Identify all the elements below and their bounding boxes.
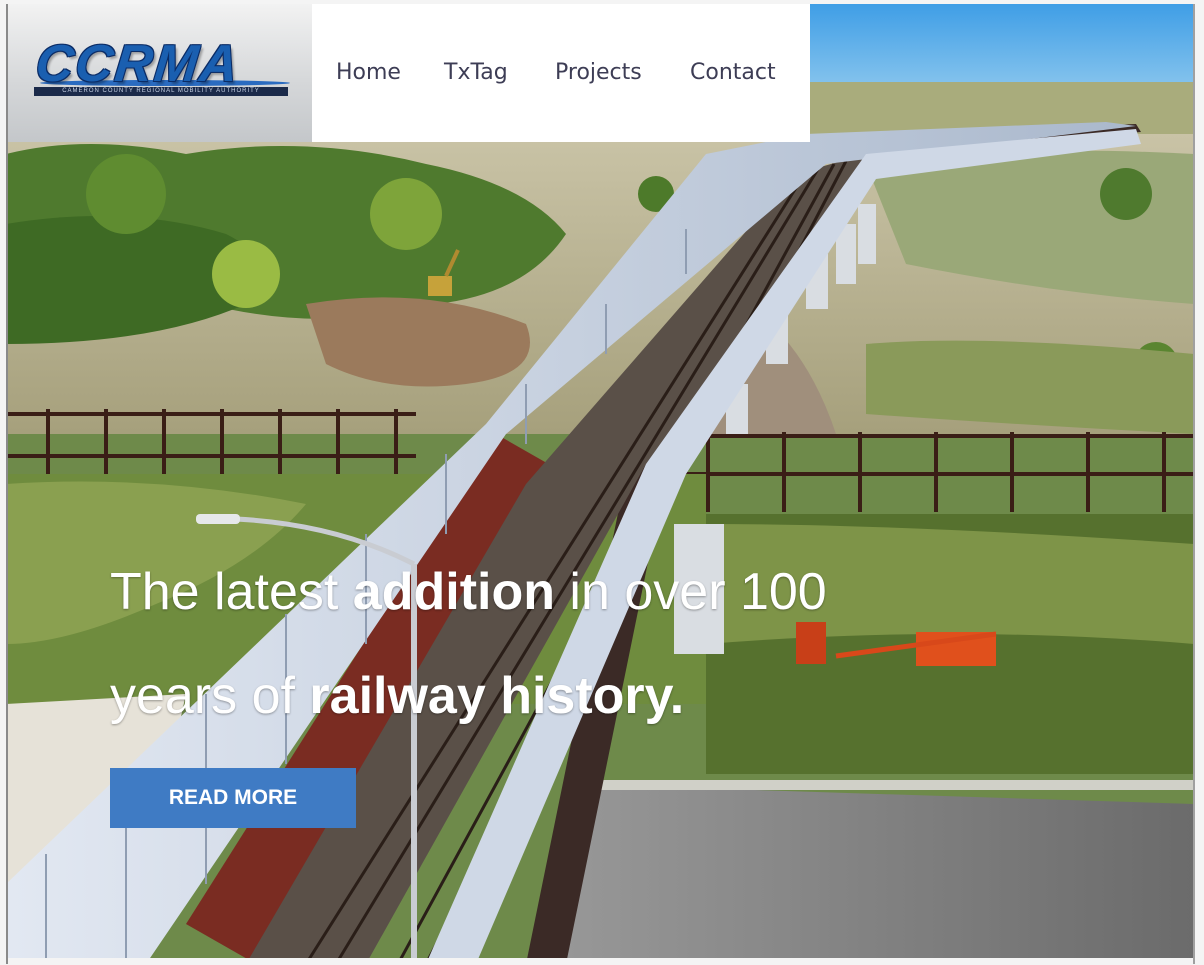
logo-subtitle: CAMERON COUNTY REGIONAL MOBILITY AUTHORI… [34, 87, 288, 96]
hero-headline: The latest addition in over 100 years of… [110, 562, 1050, 726]
page-frame: CCRMA CAMERON COUNTY REGIONAL MOBILITY A… [6, 4, 1194, 964]
logo[interactable]: CCRMA CAMERON COUNTY REGIONAL MOBILITY A… [6, 4, 312, 142]
nav-contact[interactable]: Contact [690, 60, 776, 85]
headline-1-post: in over 100 [554, 563, 827, 621]
headline-line-1: The latest addition in over 100 [110, 562, 1050, 622]
nav-txtag[interactable]: TxTag [444, 60, 508, 85]
headline-1-pre: The latest [110, 563, 353, 621]
headline-1-bold: addition [352, 563, 555, 621]
main-nav: Home TxTag Projects Contact [312, 4, 810, 142]
frame-border-right [1193, 4, 1195, 964]
read-more-button[interactable]: READ MORE [110, 768, 356, 828]
nav-projects[interactable]: Projects [555, 60, 642, 85]
logo-text: CCRMA [32, 35, 243, 93]
headline-line-2: years of railway history. [110, 666, 1050, 726]
headline-2-pre: years of [110, 667, 310, 725]
bottom-edge [6, 958, 1194, 964]
headline-2-bold: railway history. [309, 667, 685, 725]
nav-home[interactable]: Home [336, 60, 401, 85]
frame-border-left [6, 4, 8, 964]
